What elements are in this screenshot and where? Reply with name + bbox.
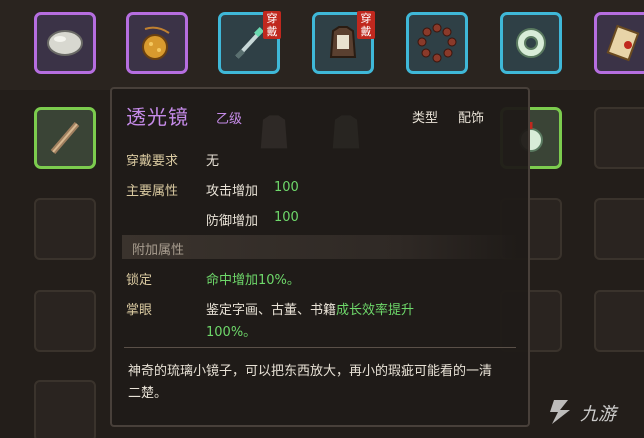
wear-req-value: 无 [206, 154, 220, 169]
inventory-slot[interactable] [126, 12, 188, 74]
inventory-slot[interactable] [500, 12, 562, 74]
lock-value: 命中增加10%。 [206, 273, 300, 288]
eye-value-prefix: 鉴定字画、古董、书籍 [206, 303, 337, 318]
item-description: 神奇的琉璃小镜子，可以把东西放大，再小的瑕疵可能看的一清二楚。 [128, 364, 493, 401]
bead-bracelet-icon [417, 23, 457, 63]
jade-ring-icon [516, 28, 546, 58]
inventory-slot[interactable]: 穿戴 [312, 11, 375, 74]
scroll-icon [606, 24, 640, 62]
type-value: 配饰 [458, 111, 485, 126]
watermark-text: 九游 [580, 404, 616, 425]
gold-bag-icon [142, 26, 170, 60]
attr1-name: 攻击增加 [206, 184, 259, 199]
empty-slot[interactable] [34, 290, 96, 352]
divider [124, 347, 516, 348]
inventory-slot[interactable] [406, 12, 468, 74]
inventory-slot[interactable] [594, 12, 644, 74]
empty-slot[interactable] [594, 107, 644, 169]
eye-value-highlight: 成长效率提升 [336, 303, 415, 318]
attr2-name: 防御增加 [206, 214, 259, 229]
empty-slot[interactable] [594, 290, 644, 352]
main-attr-label: 主要属性 [126, 184, 179, 199]
eye-value: 鉴定字画、古董、书籍成长效率提升 [206, 299, 414, 318]
robe-silhouette-icon [332, 115, 360, 149]
attr2-value: 100 [274, 210, 299, 225]
inventory-slot[interactable]: 穿戴 [218, 11, 281, 74]
item-name: 透光镜 [126, 105, 189, 129]
wear-req-label: 穿戴要求 [126, 154, 179, 169]
watermark-logo-icon [550, 400, 570, 424]
eye-label: 掌眼 [126, 303, 153, 318]
lock-label: 锁定 [126, 273, 153, 288]
inventory-slot[interactable] [34, 107, 96, 169]
item-grade: 乙级 [216, 112, 243, 127]
attr1-value: 100 [274, 180, 299, 195]
item-tooltip: 透光镜 乙级 类型 配饰 穿戴要求 无 主要属性 攻击增加 100 防御增加 1… [110, 87, 530, 427]
equipped-badge: 穿戴 [263, 11, 281, 39]
eye-value-line2: 100%。 [206, 325, 257, 340]
watermark: 九游 [544, 392, 634, 432]
white-stone-icon [47, 30, 83, 56]
empty-slot[interactable] [34, 198, 96, 260]
equipped-badge: 穿戴 [357, 11, 375, 39]
type-label: 类型 [412, 111, 439, 126]
extra-attr-title: 附加属性 [132, 243, 185, 258]
empty-slot[interactable] [34, 380, 96, 438]
inventory-slot[interactable] [34, 12, 96, 74]
bamboo-staff-icon [50, 122, 80, 154]
armor-silhouette-icon [260, 115, 288, 149]
empty-slot[interactable] [594, 198, 644, 260]
